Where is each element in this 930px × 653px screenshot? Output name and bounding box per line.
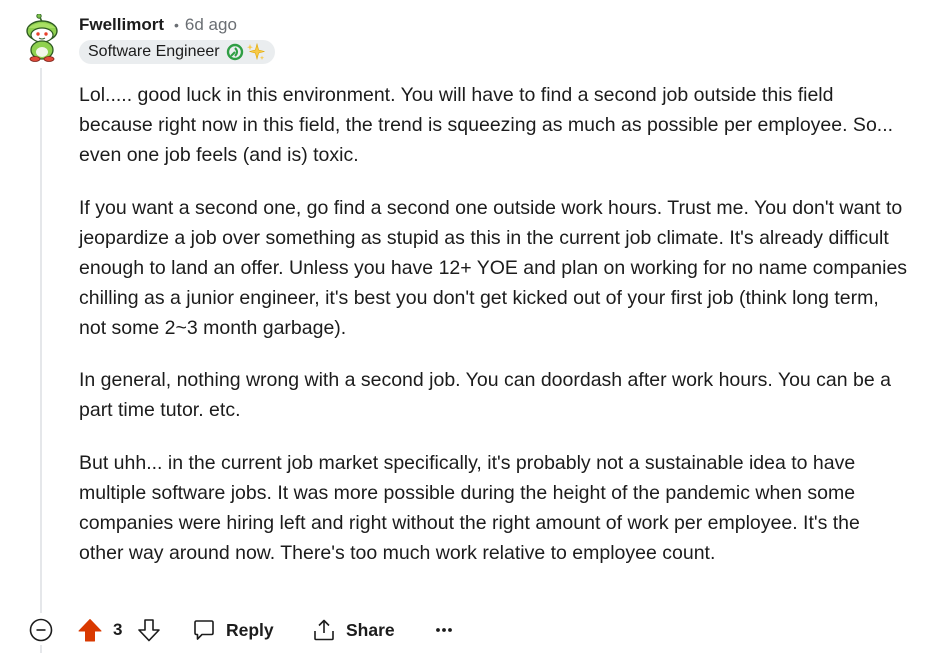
user-flair: Software Engineer bbox=[79, 40, 275, 64]
snoo-avatar-icon bbox=[26, 13, 58, 62]
comment-paragraph: Lol..... good luck in this environment. … bbox=[79, 84, 894, 166]
upvote-button[interactable] bbox=[78, 618, 102, 642]
more-options-button[interactable] bbox=[432, 618, 456, 642]
comment-meta: Fwellimort • 6d ago bbox=[79, 13, 237, 37]
share-label: Share bbox=[346, 619, 395, 640]
leaf-badge-icon bbox=[226, 43, 243, 61]
sparkles-icon bbox=[246, 43, 265, 61]
username-link[interactable]: Fwellimort bbox=[79, 15, 164, 35]
comment: Fwellimort • 6d ago Software Engineer Lo… bbox=[0, 0, 930, 653]
downvote-button[interactable] bbox=[137, 618, 161, 642]
reply-button[interactable]: Reply bbox=[192, 614, 274, 646]
user-avatar[interactable] bbox=[20, 13, 64, 62]
comment-paragraph: But uhh... in the current job market spe… bbox=[79, 451, 860, 564]
upvote-arrow-icon bbox=[78, 619, 102, 642]
flair-text: Software Engineer bbox=[88, 43, 220, 60]
collapse-minus-icon bbox=[29, 618, 53, 642]
meta-separator: • bbox=[174, 17, 179, 33]
comment-paragraph: If you want a second one, go find a seco… bbox=[79, 196, 908, 339]
comment-timestamp[interactable]: 6d ago bbox=[185, 15, 237, 35]
collapse-thread-button[interactable] bbox=[29, 618, 53, 642]
share-button[interactable]: Share bbox=[312, 614, 395, 646]
share-upload-icon bbox=[314, 619, 334, 641]
ellipsis-icon bbox=[436, 628, 452, 632]
flair-emojis bbox=[226, 43, 266, 61]
downvote-arrow-icon bbox=[138, 619, 160, 642]
thread-line[interactable] bbox=[40, 68, 42, 613]
comment-action-bar: 3 Reply Share bbox=[0, 612, 930, 648]
comment-body: Lol..... good luck in this environment. … bbox=[79, 80, 909, 590]
speech-bubble-icon bbox=[194, 620, 214, 640]
comment-paragraph: In general, nothing wrong with a second … bbox=[79, 369, 891, 421]
vote-count: 3 bbox=[113, 620, 123, 639]
reply-label: Reply bbox=[226, 619, 274, 640]
